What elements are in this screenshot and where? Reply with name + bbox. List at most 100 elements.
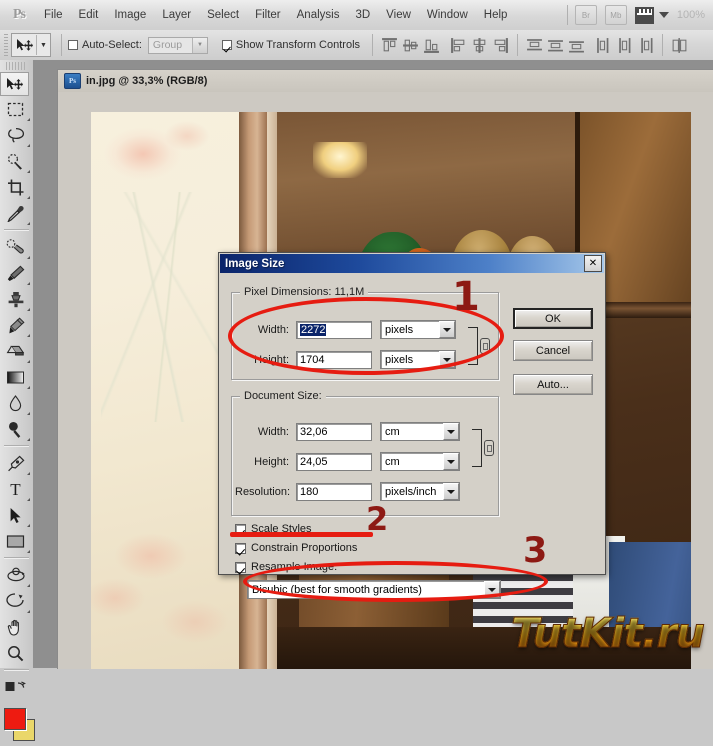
tool-preset-picker[interactable]: ▼ xyxy=(11,33,51,57)
distribute-right-edges-icon[interactable] xyxy=(637,37,654,54)
pixel-dimensions-legend: Pixel Dimensions: 11,1M xyxy=(240,286,369,298)
menu-item-file[interactable]: File xyxy=(36,6,71,24)
pixel-width-input[interactable]: 2272 xyxy=(296,320,372,339)
document-constrain-chain xyxy=(472,429,496,467)
auto-select-scope-dropdown[interactable]: Group ▼ xyxy=(147,36,208,54)
lasso-tool[interactable] xyxy=(0,122,31,148)
menu-item-edit[interactable]: Edit xyxy=(71,6,107,24)
constrain-proportions-checkbox[interactable] xyxy=(235,542,246,554)
resample-image-label: Resample Image: xyxy=(251,561,338,573)
hand-tool[interactable] xyxy=(0,614,31,640)
show-transform-controls-checkbox[interactable] xyxy=(221,40,232,50)
clone-stamp-tool[interactable] xyxy=(0,286,31,312)
dialog-title-bar[interactable]: Image Size ✕ xyxy=(220,254,604,273)
3d-rotate-tool[interactable] xyxy=(0,562,31,588)
rectangle-tool[interactable] xyxy=(0,528,31,554)
align-right-edges-icon[interactable] xyxy=(492,37,509,54)
close-icon[interactable]: ✕ xyxy=(584,255,602,272)
doc-width-input[interactable]: 32,06 xyxy=(296,422,372,441)
constrain-link-icon xyxy=(484,440,494,456)
tool-expand-corner xyxy=(27,584,30,587)
auto-button[interactable]: Auto... xyxy=(513,374,593,395)
resample-image-checkbox[interactable] xyxy=(235,561,246,573)
menu-item-select[interactable]: Select xyxy=(199,6,247,24)
resample-image-row[interactable]: Resample Image: xyxy=(235,561,337,573)
mini-bridge-button[interactable]: Mb xyxy=(604,5,627,25)
path-selection-tool[interactable] xyxy=(0,502,31,528)
menu-item-image[interactable]: Image xyxy=(106,6,154,24)
distribute-bottom-edges-icon[interactable] xyxy=(568,37,585,54)
menu-item-help[interactable]: Help xyxy=(476,6,516,24)
eyedropper-tool[interactable] xyxy=(0,200,31,226)
tool-expand-corner xyxy=(27,308,30,311)
color-swatches[interactable] xyxy=(0,704,35,746)
pixel-height-label: Height: xyxy=(254,353,289,366)
doc-width-unit-dropdown[interactable]: cm xyxy=(380,422,460,441)
horizontal-type-tool[interactable]: T xyxy=(0,476,31,502)
zoom-tool[interactable] xyxy=(0,640,31,666)
tool-expand-corner xyxy=(27,256,30,259)
move-tool[interactable] xyxy=(0,72,29,96)
distribute-top-edges-icon[interactable] xyxy=(526,37,543,54)
distribute-vertical-centers-icon[interactable] xyxy=(547,37,564,54)
cancel-button[interactable]: Cancel xyxy=(513,340,593,361)
chevron-down-icon[interactable]: ▼ xyxy=(37,35,50,55)
dialog-title: Image Size xyxy=(225,257,285,270)
menu-item-view[interactable]: View xyxy=(378,6,419,24)
chevron-down-icon[interactable] xyxy=(658,12,669,18)
options-bar-grip[interactable] xyxy=(4,34,8,56)
align-vertical-centers-icon[interactable] xyxy=(402,37,419,54)
eraser-tool[interactable] xyxy=(0,338,31,364)
tools-panel-grip[interactable] xyxy=(6,62,27,70)
menu-item-window[interactable]: Window xyxy=(419,6,476,24)
tool-expand-corner xyxy=(27,412,30,415)
constrain-proportions-row[interactable]: Constrain Proportions xyxy=(235,542,357,554)
tool-expand-corner xyxy=(27,438,30,441)
resample-method-dropdown[interactable]: Bicubic (best for smooth gradients) xyxy=(247,580,501,599)
3d-orbit-tool[interactable] xyxy=(0,588,31,614)
brush-tool[interactable] xyxy=(0,260,31,286)
auto-select-checkbox[interactable] xyxy=(68,40,78,50)
menu-item-analysis[interactable]: Analysis xyxy=(289,6,348,24)
auto-align-layers-icon[interactable] xyxy=(671,37,688,54)
align-left-edges-icon[interactable] xyxy=(450,37,467,54)
resample-method-value: Bicubic (best for smooth gradients) xyxy=(252,583,422,596)
rectangular-marquee-tool[interactable] xyxy=(0,96,31,122)
doc-resolution-input[interactable]: 180 xyxy=(296,482,372,501)
menu-item-layer[interactable]: Layer xyxy=(154,6,199,24)
crop-tool[interactable] xyxy=(0,174,31,200)
blur-tool[interactable] xyxy=(0,390,31,416)
dodge-tool[interactable] xyxy=(0,416,31,442)
document-tab[interactable]: Ps in.jpg @ 33,3% (RGB/8) xyxy=(58,70,713,93)
auto-select-label: Auto-Select: xyxy=(82,39,142,51)
align-bottom-edges-icon[interactable] xyxy=(423,37,440,54)
history-brush-tool[interactable] xyxy=(0,312,31,338)
align-horizontal-centers-icon[interactable] xyxy=(471,37,488,54)
scale-styles-row[interactable]: Scale Styles xyxy=(235,523,312,535)
doc-resolution-unit-dropdown[interactable]: pixels/inch xyxy=(380,482,460,501)
spot-healing-brush-tool[interactable] xyxy=(0,234,31,260)
pixel-width-unit-dropdown[interactable]: pixels xyxy=(380,320,456,339)
foreground-color-swatch[interactable] xyxy=(4,708,26,730)
arrange-documents-icon[interactable] xyxy=(634,6,654,24)
chevron-down-icon: ▼ xyxy=(191,37,207,53)
doc-height-input[interactable]: 24,05 xyxy=(296,452,372,471)
pixel-height-input[interactable]: 1704 xyxy=(296,350,372,369)
distribute-horizontal-centers-icon[interactable] xyxy=(616,37,633,54)
quick-selection-tool[interactable] xyxy=(0,148,31,174)
photoshop-logo: Ps xyxy=(13,7,26,22)
doc-height-unit-dropdown[interactable]: cm xyxy=(380,452,460,471)
ok-button[interactable]: OK xyxy=(513,308,593,329)
menu-item-3d[interactable]: 3D xyxy=(347,6,378,24)
doc-resolution-unit-value: pixels/inch xyxy=(385,485,437,498)
distribute-left-edges-icon[interactable] xyxy=(595,37,612,54)
pen-tool[interactable] xyxy=(0,450,31,476)
align-top-edges-icon[interactable] xyxy=(381,37,398,54)
pixel-height-unit-dropdown[interactable]: pixels xyxy=(380,350,456,369)
scale-styles-checkbox[interactable] xyxy=(235,523,246,535)
gradient-tool[interactable] xyxy=(0,364,31,390)
quick-mask-mode-toggle[interactable] xyxy=(0,674,31,700)
menu-item-filter[interactable]: Filter xyxy=(247,6,289,24)
bridge-button[interactable]: Br xyxy=(574,5,597,25)
tool-expand-corner xyxy=(27,386,30,389)
